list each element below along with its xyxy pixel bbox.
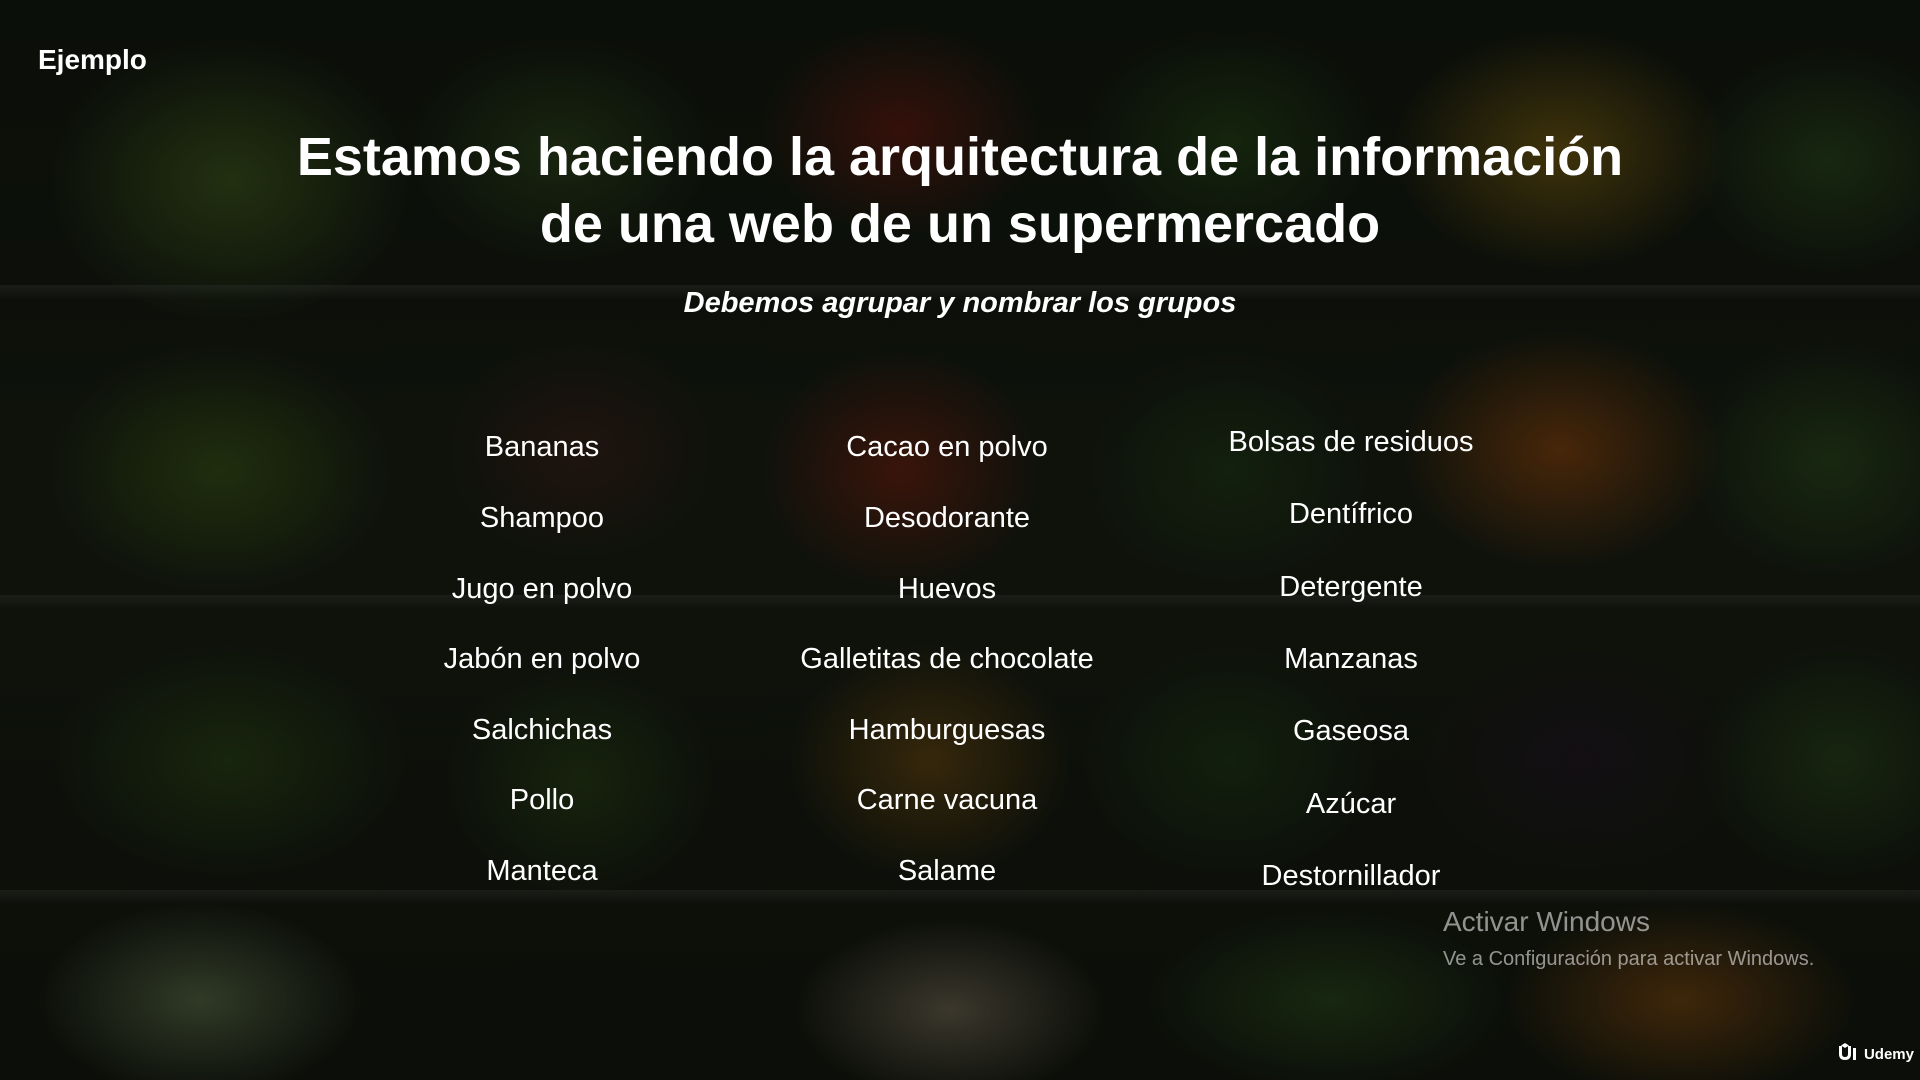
list-item: Dentífrico (1288, 498, 1414, 530)
list-item: Destornillador (1261, 860, 1441, 892)
list-item: Detergente (1279, 571, 1423, 603)
corner-label: Ejemplo (38, 44, 147, 75)
list-item: Gaseosa (1292, 715, 1410, 747)
udemy-brand: Udemy (1836, 1042, 1914, 1066)
brand-name: Udemy (1863, 1045, 1914, 1063)
watermark-subtitle: Ve a Configuración para activar Windows. (1443, 948, 1815, 970)
list-item: Manzanas (1284, 643, 1418, 675)
slide: Ejemplo Estamos haciendo la arquitectura… (0, 0, 1920, 1080)
slide-title: Estamos haciendo la arquitectura de la i… (0, 124, 1920, 258)
list-item: Azúcar (1305, 788, 1397, 820)
windows-activation-watermark: Activar Windows Ve a Configuración para … (1443, 906, 1814, 971)
title-line-1: Estamos haciendo la arquitectura de la i… (296, 127, 1624, 187)
slide-subtitle: Debemos agrupar y nombrar los grupos (683, 287, 1237, 319)
title-line-2: de una web de un supermercado (539, 194, 1381, 254)
udemy-logo-icon (1836, 1042, 1858, 1066)
list-item: Bolsas de residuos (1228, 426, 1474, 458)
watermark-title: Activar Windows (1443, 906, 1650, 937)
